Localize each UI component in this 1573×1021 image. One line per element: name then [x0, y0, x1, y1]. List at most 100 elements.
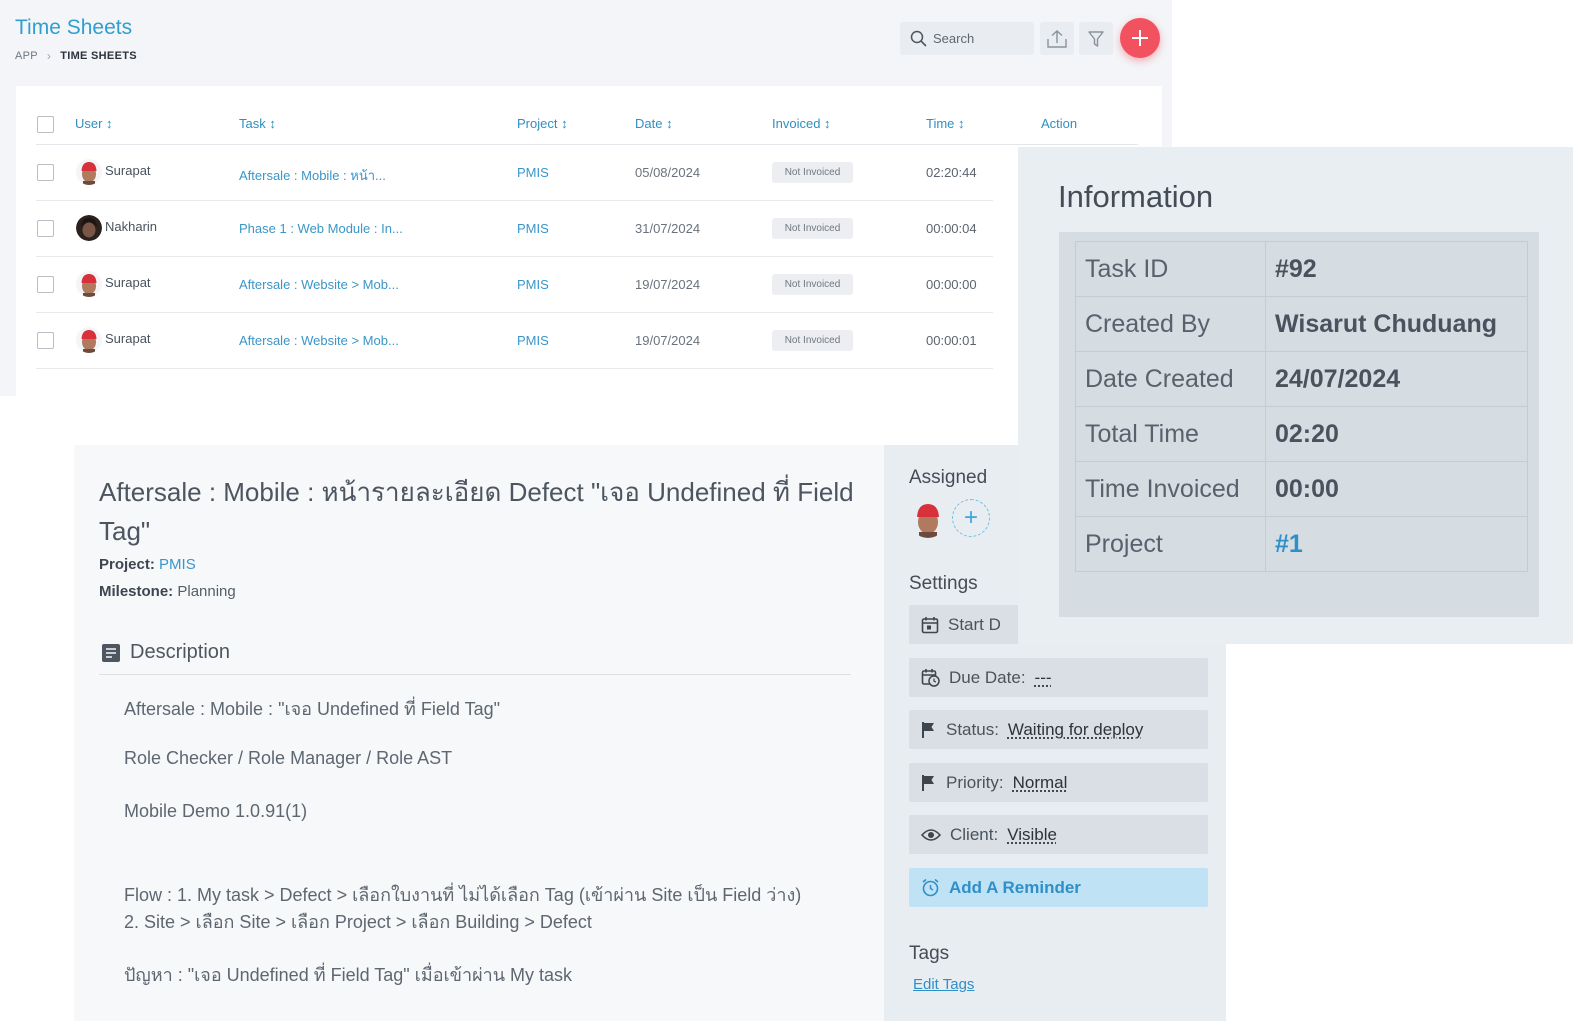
table-header: User ↕ Task ↕ Project ↕ Date ↕ Invoiced … — [36, 86, 1138, 145]
project-link[interactable]: PMIS — [159, 556, 196, 573]
invoice-status-badge: Not Invoiced — [772, 162, 853, 183]
row-project-link[interactable]: PMIS — [517, 221, 549, 236]
row-time: 00:00:01 — [926, 333, 977, 348]
calendar-icon — [921, 616, 939, 633]
priority-label: Priority: — [946, 772, 1004, 792]
edit-tags-link[interactable]: Edit Tags — [913, 976, 974, 993]
column-invoiced[interactable]: Invoiced ↕ — [772, 116, 831, 131]
add-reminder-button[interactable]: Add A Reminder — [909, 868, 1208, 907]
description-icon — [102, 643, 120, 662]
timesheets-table: User ↕ Task ↕ Project ↕ Date ↕ Invoiced … — [36, 86, 1138, 369]
column-time[interactable]: Time ↕ — [926, 116, 965, 131]
avatar — [76, 159, 102, 185]
description-line: Flow : 1. My task > Defect > เลือกใบงานท… — [124, 885, 802, 905]
row-time: 00:00:04 — [926, 221, 977, 236]
information-card: Task ID #92 Created By Wisarut Chuduang … — [1059, 232, 1539, 617]
row-project-link[interactable]: PMIS — [517, 277, 549, 292]
avatar — [76, 327, 102, 353]
task-detail-panel: Aftersale : Mobile : หน้ารายละเอียด Defe… — [74, 445, 884, 1021]
row-task-link[interactable]: Aftersale : Mobile : หน้า... — [239, 165, 386, 186]
row-project-link[interactable]: PMIS — [517, 333, 549, 348]
client-visibility-button[interactable]: Client: Visible — [909, 815, 1208, 854]
breadcrumb-chevron-icon: › — [46, 49, 52, 63]
export-button[interactable] — [1040, 22, 1074, 55]
flag-icon — [922, 721, 934, 738]
row-project-link[interactable]: PMIS — [517, 165, 549, 180]
info-row-date-created: Date Created 24/07/2024 — [1075, 351, 1528, 407]
priority-value[interactable]: Normal — [1013, 773, 1068, 793]
description-line: ปัญหา : "เจอ Undefined ที่ Field Tag" เม… — [124, 965, 573, 985]
status-label: Status: — [946, 719, 999, 739]
column-date[interactable]: Date ↕ — [635, 116, 673, 131]
description-header: Description — [101, 641, 230, 664]
info-key: Project — [1075, 516, 1266, 572]
table-row[interactable]: Surapat Aftersale : Website > Mob... PMI… — [36, 313, 993, 369]
row-checkbox[interactable] — [37, 164, 54, 181]
column-task[interactable]: Task ↕ — [239, 116, 276, 131]
breadcrumb: APP › TIME SHEETS — [15, 49, 137, 63]
description-line: Mobile Demo 1.0.91(1) — [124, 801, 308, 821]
info-project-link[interactable]: #1 — [1265, 516, 1528, 572]
eye-icon — [921, 828, 941, 841]
info-key: Date Created — [1075, 351, 1266, 407]
assigned-user-avatar[interactable] — [909, 500, 947, 538]
description-line: 2. Site > เลือก Site > เลือก Project > เ… — [124, 912, 592, 932]
row-date: 19/07/2024 — [635, 277, 701, 292]
row-date: 05/08/2024 — [635, 165, 701, 180]
filter-icon — [1088, 30, 1104, 47]
description-line: Aftersale : Mobile : "เจอ Undefined ที่ … — [124, 699, 500, 719]
row-task-link[interactable]: Phase 1 : Web Module : In... — [239, 221, 403, 236]
due-date-value[interactable]: --- — [1035, 668, 1052, 688]
flag-icon — [922, 774, 934, 791]
column-project[interactable]: Project ↕ — [517, 116, 568, 131]
row-task-link[interactable]: Aftersale : Website > Mob... — [239, 333, 399, 348]
info-value: 02:20 — [1265, 406, 1528, 462]
info-key: Created By — [1075, 296, 1266, 352]
milestone-value: Planning — [177, 583, 236, 600]
info-row-created-by: Created By Wisarut Chuduang — [1075, 296, 1528, 352]
information-title: Information — [1058, 179, 1214, 214]
client-value[interactable]: Visible — [1007, 825, 1057, 845]
divider — [99, 674, 851, 675]
select-all-checkbox[interactable] — [37, 116, 54, 133]
row-checkbox[interactable] — [37, 332, 54, 349]
info-value: 24/07/2024 — [1265, 351, 1528, 407]
column-user[interactable]: User ↕ — [75, 116, 113, 131]
row-checkbox[interactable] — [37, 220, 54, 237]
search-input[interactable] — [933, 31, 1028, 46]
table-row[interactable]: Nakharin Phase 1 : Web Module : In... PM… — [36, 201, 993, 257]
description-line: Role Checker / Role Manager / Role AST — [124, 748, 453, 768]
row-checkbox[interactable] — [37, 276, 54, 293]
add-timesheet-button[interactable] — [1120, 18, 1160, 58]
avatar — [76, 271, 102, 297]
info-key: Time Invoiced — [1075, 461, 1266, 517]
priority-button[interactable]: Priority: Normal — [909, 763, 1208, 802]
table-row[interactable]: Surapat Aftersale : Website > Mob... PMI… — [36, 257, 993, 313]
info-row-time-invoiced: Time Invoiced 00:00 — [1075, 461, 1528, 517]
due-date-button[interactable]: Due Date: --- — [909, 658, 1208, 697]
settings-heading: Settings — [909, 573, 978, 594]
breadcrumb-current: TIME SHEETS — [60, 50, 137, 62]
plus-icon — [1132, 30, 1148, 46]
status-value[interactable]: Waiting for deploy — [1008, 720, 1143, 740]
task-milestone-line: Milestone: Planning — [99, 583, 236, 600]
project-label: Project: — [99, 556, 155, 573]
column-action: Action — [1041, 116, 1078, 131]
row-date: 19/07/2024 — [635, 333, 701, 348]
row-time: 00:00:00 — [926, 277, 977, 292]
page-title: Time Sheets — [15, 16, 133, 39]
add-assignee-button[interactable]: + — [952, 499, 990, 537]
filter-button[interactable] — [1079, 22, 1113, 55]
milestone-label: Milestone: — [99, 583, 174, 600]
row-task-link[interactable]: Aftersale : Website > Mob... — [239, 277, 399, 292]
info-value: 00:00 — [1265, 461, 1528, 517]
status-button[interactable]: Status: Waiting for deploy — [909, 710, 1208, 749]
table-row[interactable]: Surapat Aftersale : Mobile : หน้า... PMI… — [36, 145, 993, 201]
search-box[interactable] — [900, 22, 1034, 55]
start-date-label: Start D — [948, 614, 1001, 634]
invoice-status-badge: Not Invoiced — [772, 274, 853, 295]
assigned-heading: Assigned — [909, 467, 988, 488]
breadcrumb-app[interactable]: APP — [15, 50, 38, 62]
row-time: 02:20:44 — [926, 165, 977, 180]
info-row-total-time: Total Time 02:20 — [1075, 406, 1528, 462]
